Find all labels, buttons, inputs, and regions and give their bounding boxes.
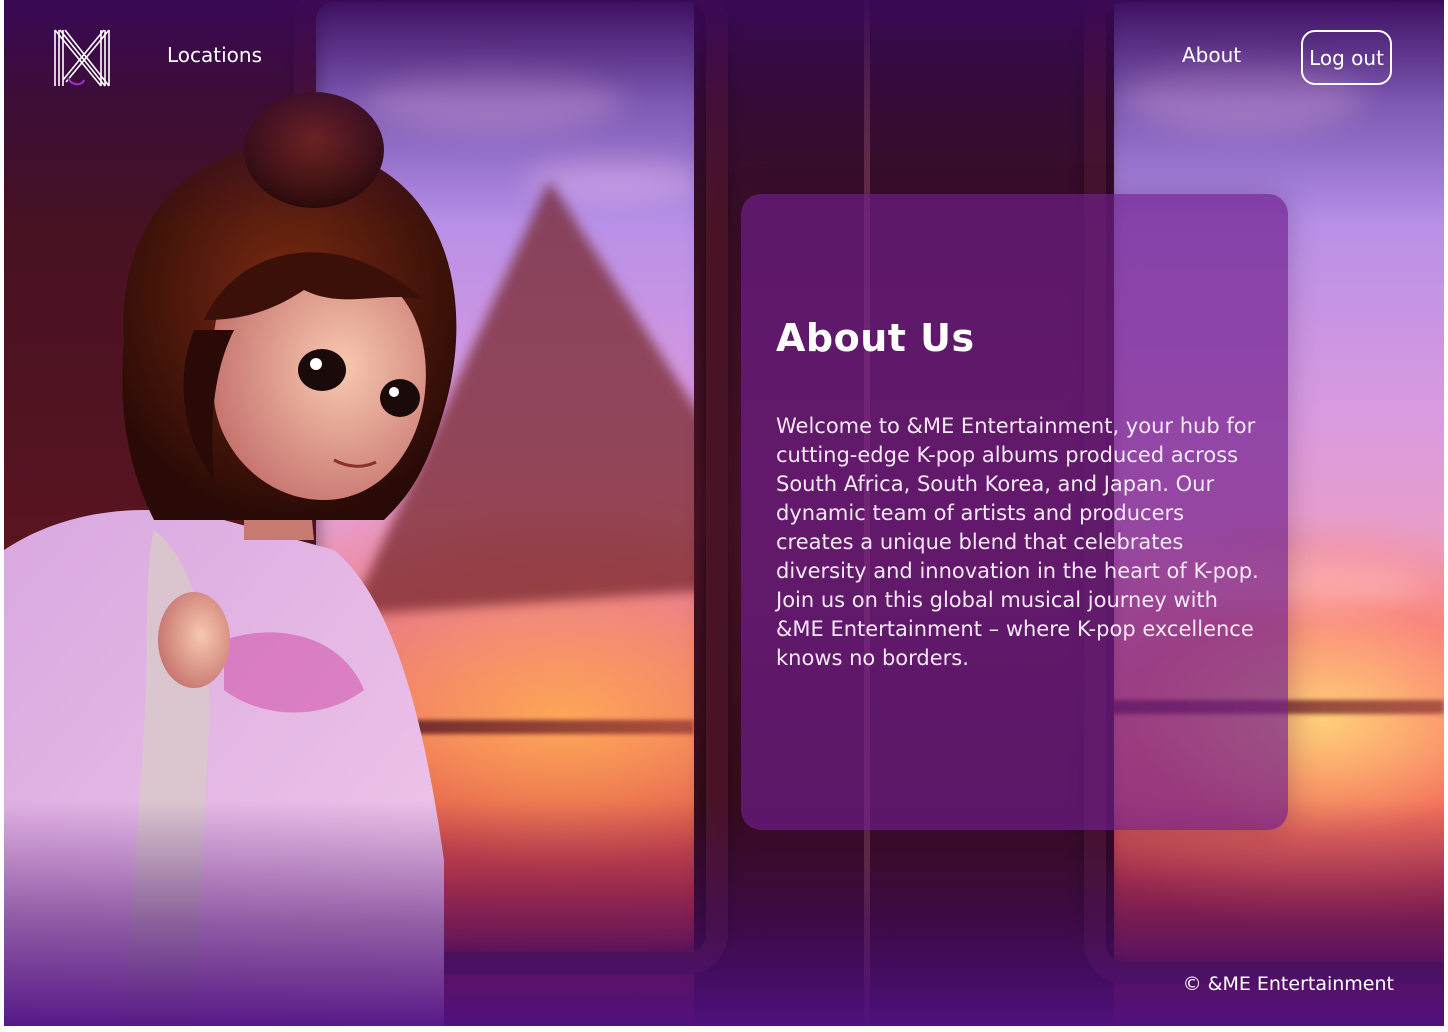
nav-link-locations[interactable]: Locations xyxy=(167,43,262,67)
footer-copyright: © &ME Entertainment xyxy=(1182,973,1394,995)
logout-button[interactable]: Log out xyxy=(1301,30,1392,85)
about-card: About Us Welcome to &ME Entertainment, y… xyxy=(741,194,1288,830)
nav-link-about[interactable]: About xyxy=(1182,43,1241,67)
about-page: Locations About Log out About Us Welcome… xyxy=(4,0,1444,1026)
about-title: About Us xyxy=(776,316,975,360)
top-navigation: Locations About Log out xyxy=(4,0,1444,110)
brand-logo-icon[interactable] xyxy=(52,28,112,88)
about-description: Welcome to &ME Entertainment, your hub f… xyxy=(776,414,1259,670)
and-me-monogram-logo-icon xyxy=(54,29,110,87)
